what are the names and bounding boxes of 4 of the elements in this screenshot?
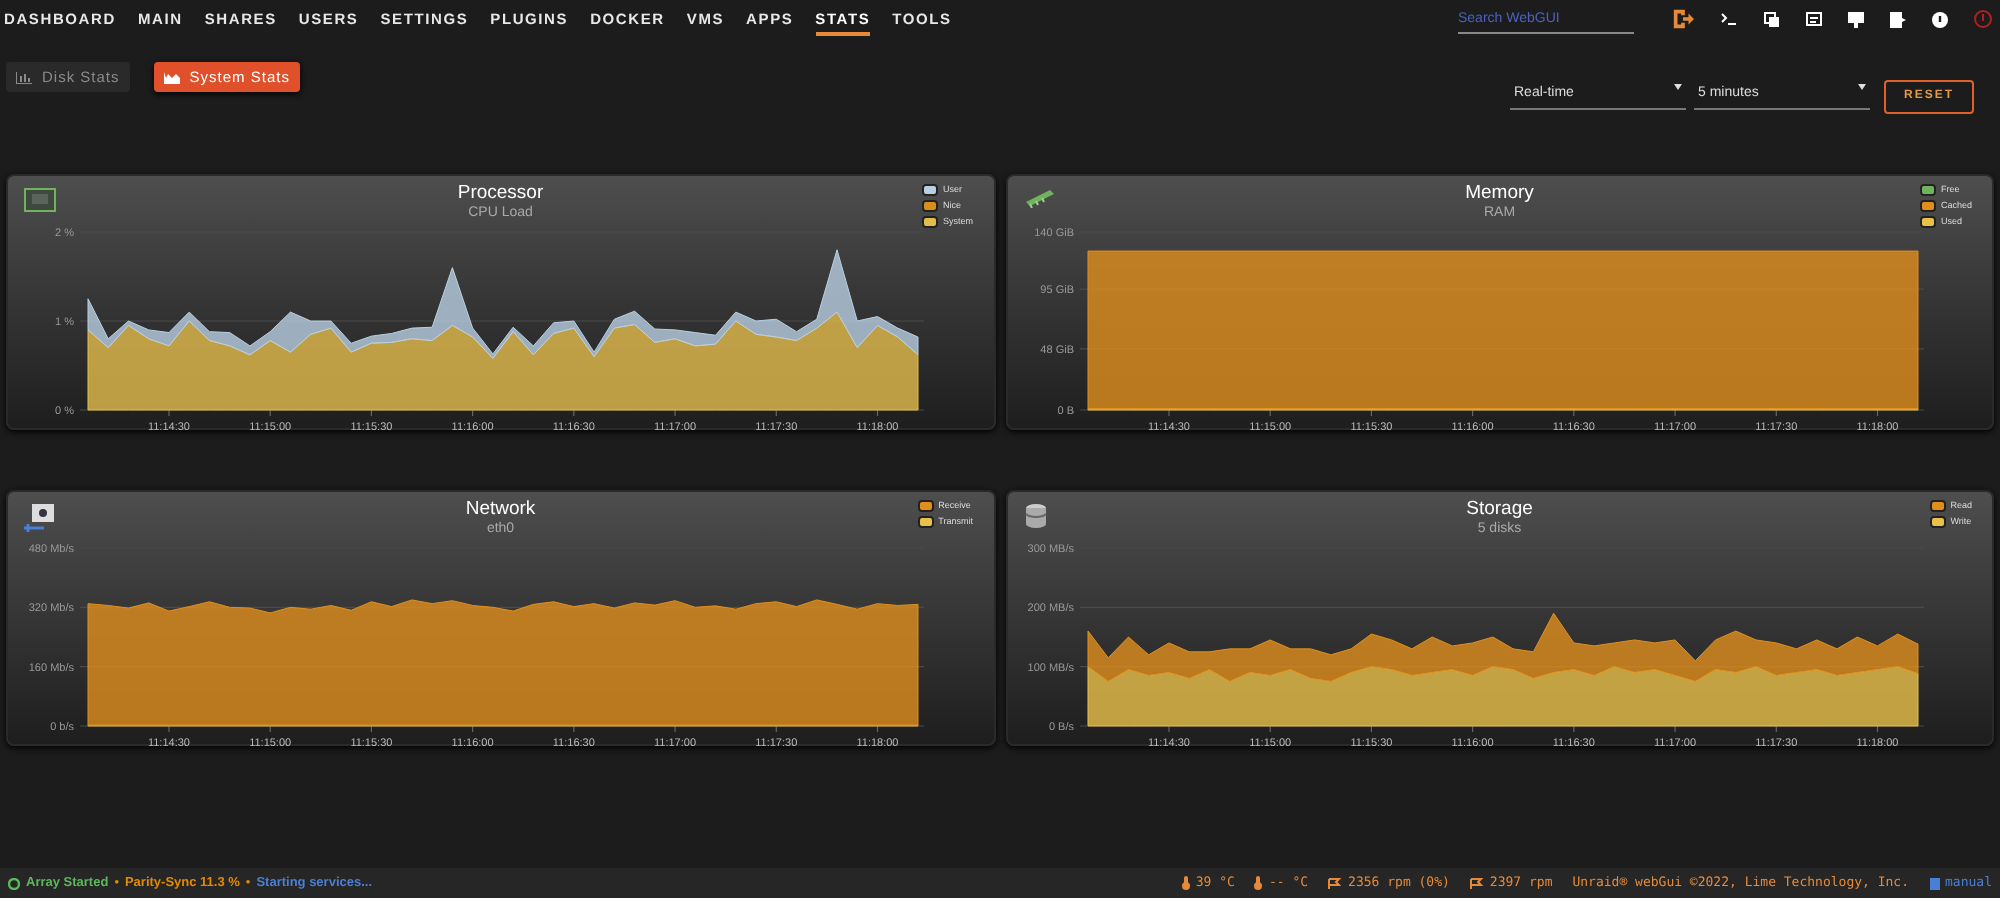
panel-title: Network bbox=[465, 498, 536, 520]
panel-title: Storage bbox=[1466, 498, 1533, 520]
panel-title: Processor bbox=[457, 182, 544, 204]
panel-title: Memory bbox=[1465, 182, 1534, 204]
